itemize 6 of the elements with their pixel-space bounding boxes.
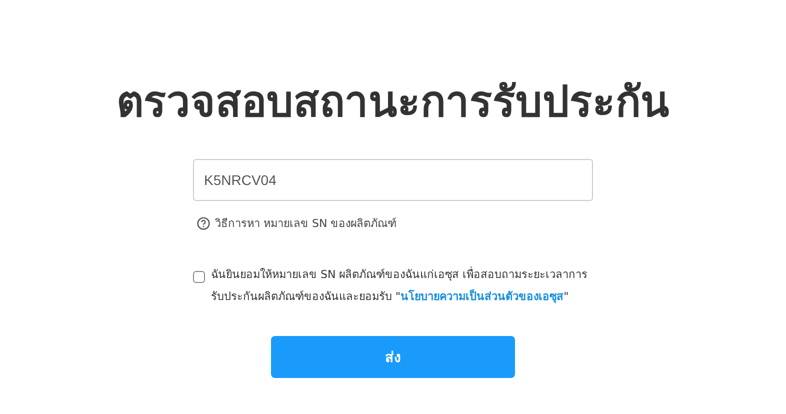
help-icon [197, 216, 210, 230]
consent-text: ฉันยินยอมให้หมายเลข SN ผลิตภัณฑ์ของฉันแก่เอซุส เพื่อสอบถามระยะเวลาการรับประกันผลิตภัณฑ์ของฉันและยอมรับ "นโยบายความเป็นส่วนตัวของเอซุส" [211, 266, 589, 306]
consent-checkbox[interactable] [193, 271, 205, 283]
page-title: ตรวจสอบสถานะการรับประกัน [116, 76, 670, 128]
help-link[interactable]: วิธีการหา หมายเลข SN ของผลิตภัณฑ์ [215, 214, 397, 232]
serial-number-field[interactable]: K5NRCV04 [193, 159, 593, 201]
